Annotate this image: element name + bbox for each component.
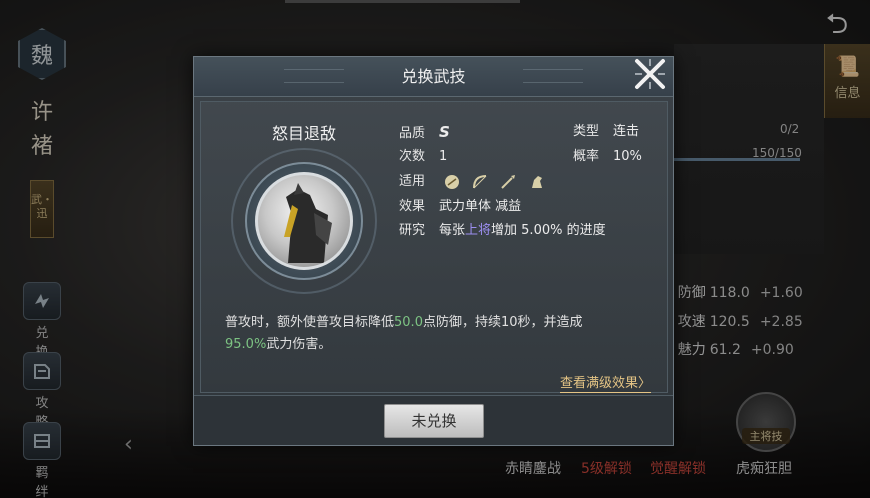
desc-value: 95.0% — [225, 337, 267, 352]
attr-value: 1 — [439, 149, 448, 164]
attr-key: 研究 — [399, 223, 426, 238]
research-highlight: 上将 — [465, 223, 492, 238]
header-ornament-left — [284, 69, 344, 83]
dialog-footer: 未兑换 — [194, 395, 673, 445]
attr-effect: 效果 武力单体 减益 — [399, 197, 521, 217]
attr-key: 概率 — [573, 149, 600, 164]
attr-quality: 品质 S — [399, 122, 450, 142]
attr-value: S — [439, 123, 450, 141]
horse-icon — [531, 175, 542, 188]
attr-value: 连击 — [613, 124, 640, 139]
dialog-header: 兑换武技 — [194, 57, 673, 97]
desc-value: 50.0 — [394, 315, 423, 330]
attr-count: 次数 1 — [399, 147, 447, 167]
desc-text: 普攻时，额外使普攻目标降低 — [225, 315, 395, 330]
exchange-skill-dialog: 兑换武技 怒目退敌 品质 S 类型 连击 次数 1 概率 10% 适用 效果 武… — [193, 56, 674, 446]
desc-text: 点防御，持续10秒，并造成 — [422, 315, 583, 330]
attr-rate: 概率 10% — [573, 147, 642, 167]
desc-text: 武力伤害。 — [266, 337, 332, 352]
dialog-title: 兑换武技 — [401, 67, 466, 86]
attr-type: 类型 连击 — [573, 122, 639, 142]
attr-value: 武力单体 减益 — [439, 199, 522, 214]
research-suffix: 增加 5.00% 的进度 — [491, 223, 606, 238]
research-prefix: 每张 — [439, 223, 466, 238]
warrior-portrait-icon — [255, 172, 353, 270]
attr-research: 研究 每张上将增加 5.00% 的进度 — [399, 221, 606, 241]
skill-description: 普攻时，额外使普攻目标降低50.0点防御，持续10秒，并造成 95.0%武力伤害… — [225, 312, 645, 356]
skill-name: 怒目退敌 — [271, 124, 336, 143]
attr-key: 品质 — [399, 126, 426, 141]
shield-icon — [445, 174, 460, 189]
attr-applies: 适用 — [399, 172, 552, 192]
dialog-body: 怒目退敌 品质 S 类型 连击 次数 1 概率 10% 适用 效果 武力单体 减… — [200, 101, 668, 393]
close-icon — [635, 59, 665, 89]
attr-key: 次数 — [399, 149, 426, 164]
view-max-level-link[interactable]: 查看满级效果〉 — [559, 376, 651, 393]
attr-key: 适用 — [399, 174, 426, 189]
attr-value: 10% — [613, 149, 642, 164]
attr-key: 效果 — [399, 199, 426, 214]
attr-key: 类型 — [573, 124, 600, 139]
close-button[interactable] — [631, 55, 669, 93]
skill-emblem — [231, 148, 377, 294]
spear-icon — [501, 174, 516, 189]
header-ornament-right — [523, 69, 583, 83]
exchange-status-button[interactable]: 未兑换 — [384, 404, 484, 438]
bow-icon — [473, 174, 487, 188]
